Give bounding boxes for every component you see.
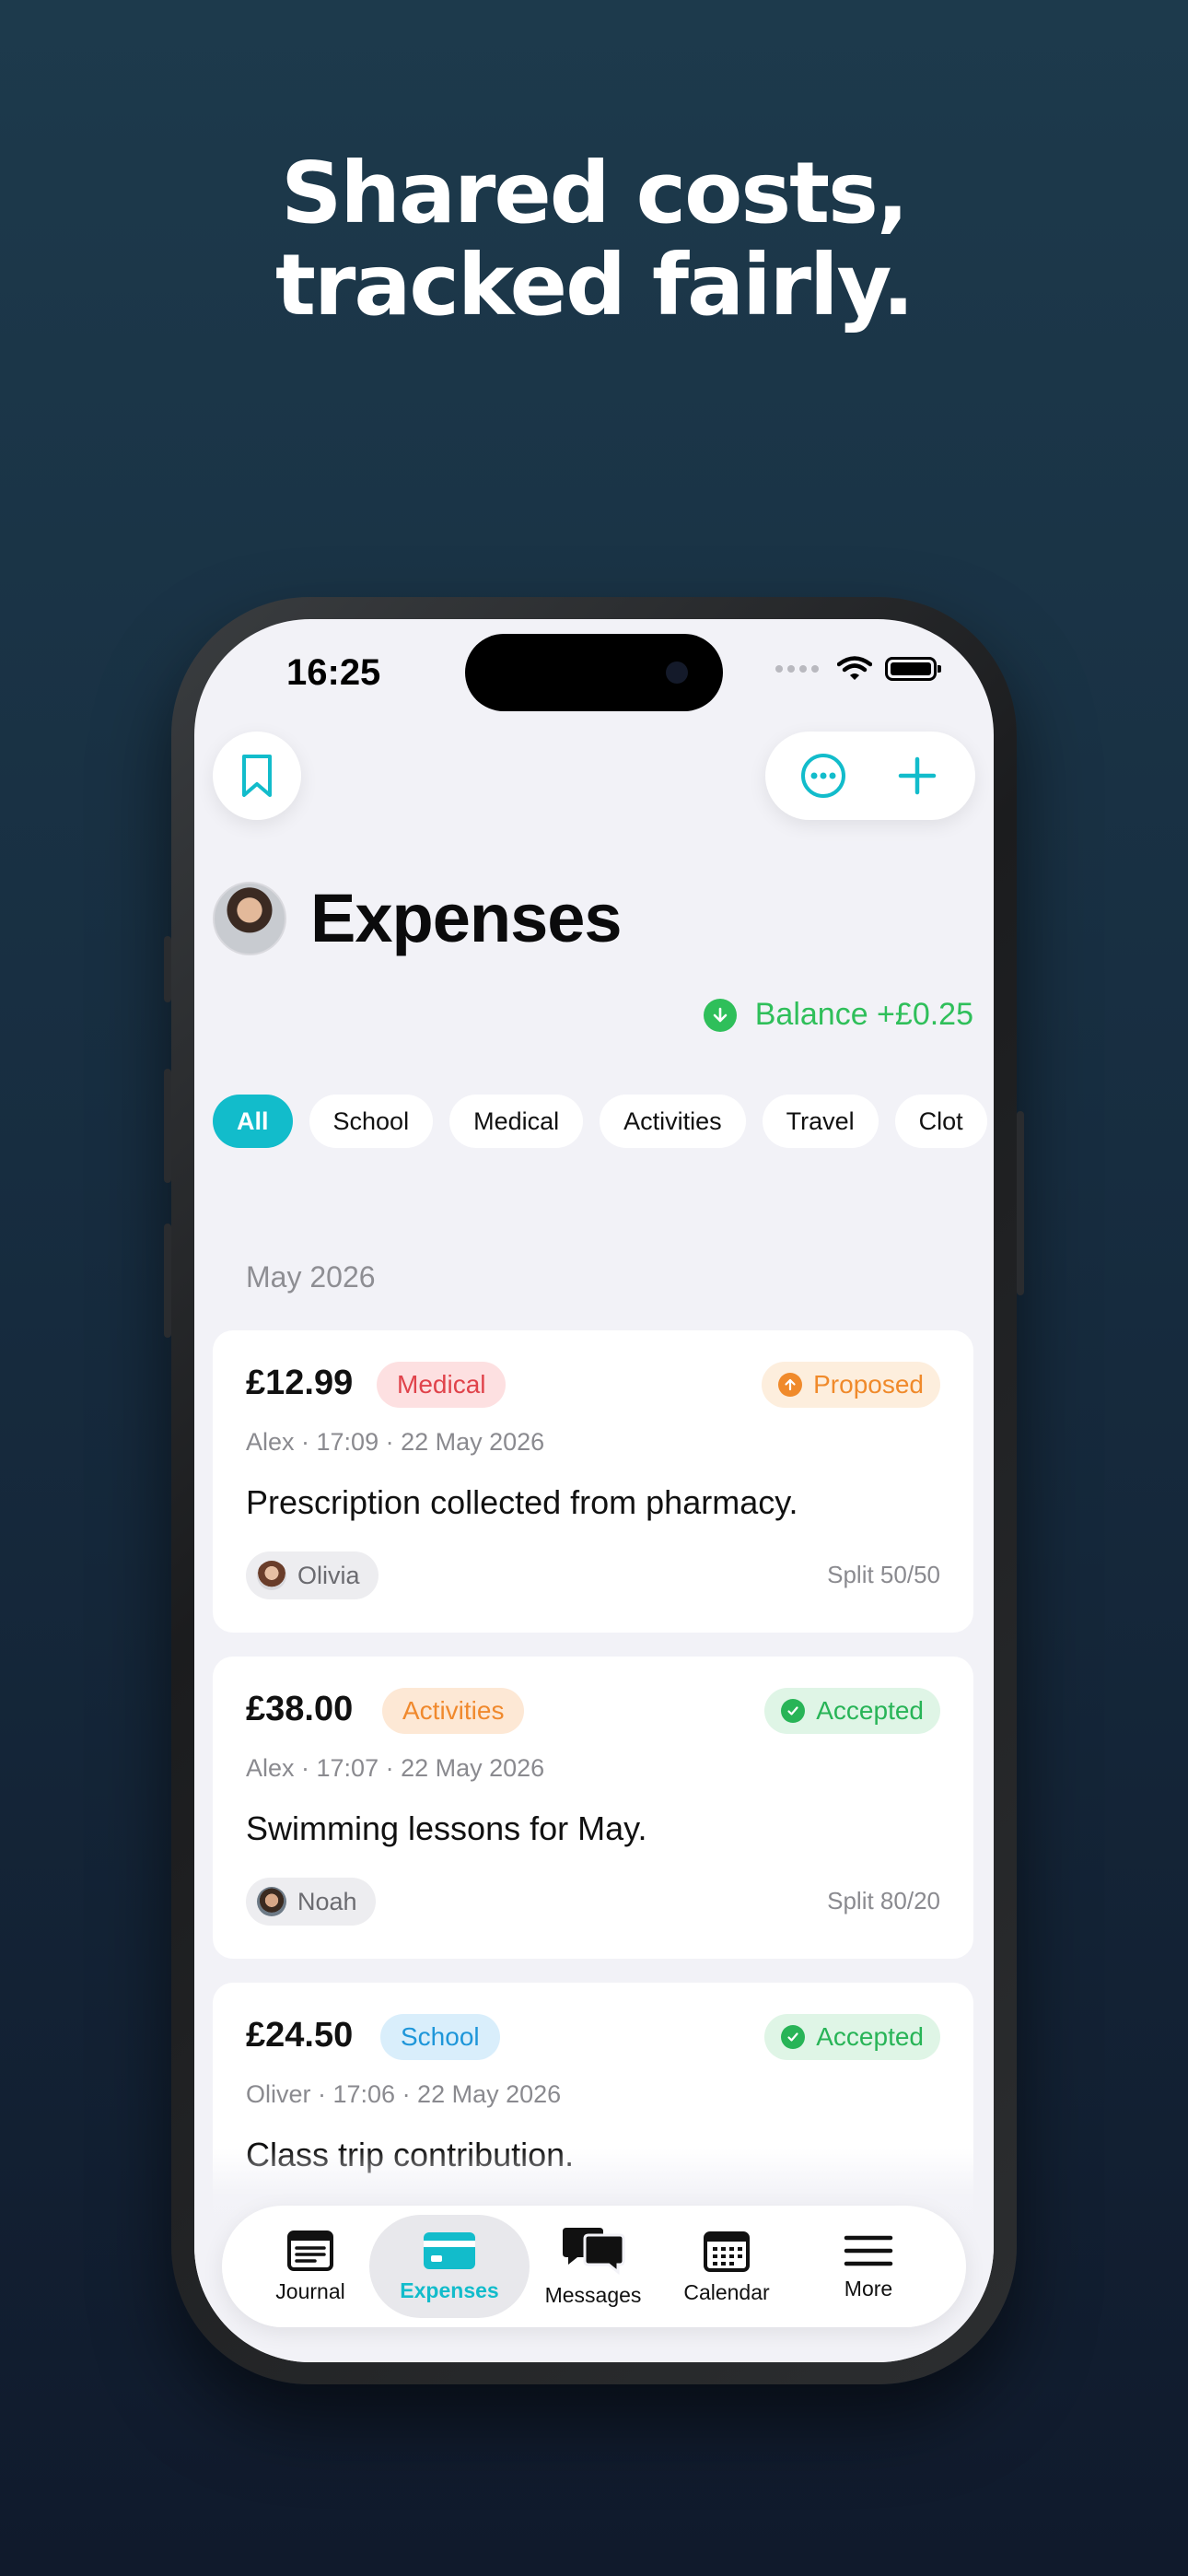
status-badge: Accepted [764, 2014, 940, 2060]
arrow-down-circle-icon [703, 998, 737, 1032]
headline-line-2: tracked fairly. [275, 236, 914, 334]
split-label: Split 50/50 [827, 1561, 940, 1588]
status-time: 16:25 [286, 652, 381, 693]
filter-chip-all[interactable]: All [213, 1095, 293, 1148]
expense-amount: £24.50 [246, 2016, 354, 2055]
filter-chip-activities[interactable]: Activities [600, 1095, 746, 1148]
dynamic-island [465, 634, 723, 711]
more-options-button[interactable] [786, 739, 860, 813]
tab-calendar[interactable]: Calendar [675, 2215, 778, 2318]
tab-label: Messages [544, 2282, 642, 2307]
expense-card[interactable]: £38.00 Activities Accepted Alex · 17:07 … [213, 1657, 973, 1959]
tab-label: Journal [275, 2278, 345, 2303]
add-expense-button[interactable] [880, 739, 954, 813]
filter-chip-medical[interactable]: Medical [449, 1095, 584, 1148]
checkmark-circle-icon [781, 2025, 806, 2049]
status-label: Accepted [816, 2022, 924, 2051]
expense-amount: £38.00 [246, 1690, 354, 1728]
child-avatar [257, 1561, 286, 1590]
filter-chips: All School Medical Activities Travel Clo… [213, 1095, 987, 1148]
header-actions [765, 732, 975, 820]
balance-label: Balance +£0.25 [754, 997, 973, 1032]
tab-expenses[interactable]: Expenses [369, 2215, 530, 2318]
status-badge: Accepted [764, 1688, 940, 1734]
expense-amount: £12.99 [246, 1364, 354, 1402]
menu-icon [844, 2235, 893, 2266]
balance-summary[interactable]: Balance +£0.25 [703, 997, 973, 1033]
volume-down-button [164, 1224, 171, 1338]
tab-label: More [844, 2276, 893, 2301]
tab-more[interactable]: More [817, 2215, 920, 2318]
plus-icon [898, 756, 937, 795]
expense-description: Swimming lessons for May. [246, 1809, 647, 1847]
signal-icon [775, 665, 819, 673]
status-icons [775, 656, 941, 682]
child-chip: Noah [246, 1878, 376, 1926]
tab-bar: Journal Expenses Messages Calendar More [222, 2206, 966, 2327]
child-name: Noah [297, 1887, 357, 1915]
power-button [1017, 1111, 1024, 1295]
calendar-icon [704, 2231, 750, 2272]
expense-meta: Alex · 17:07 · 22 May 2026 [246, 1754, 545, 1782]
child-avatar [257, 1887, 286, 1916]
page-title: Expenses [310, 880, 623, 956]
expense-description: Prescription collected from pharmacy. [246, 1483, 798, 1521]
filter-chip-travel[interactable]: Travel [762, 1095, 879, 1148]
child-name: Olivia [297, 1561, 360, 1589]
filter-chip-school[interactable]: School [309, 1095, 434, 1148]
tab-label: Expenses [400, 2277, 499, 2302]
status-label: Accepted [816, 1696, 924, 1725]
tab-messages[interactable]: Messages [535, 2215, 651, 2318]
expense-meta: Oliver · 17:06 · 22 May 2026 [246, 2080, 562, 2108]
tab-journal[interactable]: Journal [259, 2215, 362, 2318]
headline-line-1: Shared costs, [281, 144, 909, 242]
volume-up-button [164, 1069, 171, 1183]
expense-meta: Alex · 17:09 · 22 May 2026 [246, 1428, 545, 1456]
credit-card-icon [424, 2231, 475, 2269]
more-options-icon [801, 754, 845, 798]
checkmark-circle-icon [781, 1699, 806, 1723]
category-tag: Medical [377, 1362, 507, 1408]
status-label: Proposed [813, 1370, 924, 1399]
filter-chip-clothing[interactable]: Clot [894, 1095, 987, 1148]
wifi-icon [837, 656, 872, 680]
category-tag: Activities [382, 1688, 525, 1734]
arrow-up-circle-icon [778, 1373, 803, 1397]
chat-bubbles-icon [563, 2227, 625, 2275]
expense-card[interactable]: £12.99 Medical Proposed Alex · 17:09 · 2… [213, 1330, 973, 1633]
status-badge: Proposed [762, 1362, 940, 1408]
action-button [164, 936, 171, 1002]
category-tag: School [380, 2014, 500, 2060]
section-month: May 2026 [246, 1260, 376, 1294]
battery-icon [885, 657, 941, 681]
profile-avatar[interactable] [213, 881, 286, 955]
headline: Shared costs, tracked fairly. [0, 147, 1188, 332]
phone-screen: 16:25 Expenses Balance +£0.25 All School… [194, 619, 994, 2362]
child-chip: Olivia [246, 1551, 379, 1599]
title-row: Expenses [213, 879, 623, 957]
journal-icon [287, 2230, 333, 2271]
bookmark-icon [242, 755, 272, 797]
bookmark-button[interactable] [213, 732, 301, 820]
tab-label: Calendar [683, 2279, 770, 2304]
split-label: Split 80/20 [827, 1887, 940, 1914]
